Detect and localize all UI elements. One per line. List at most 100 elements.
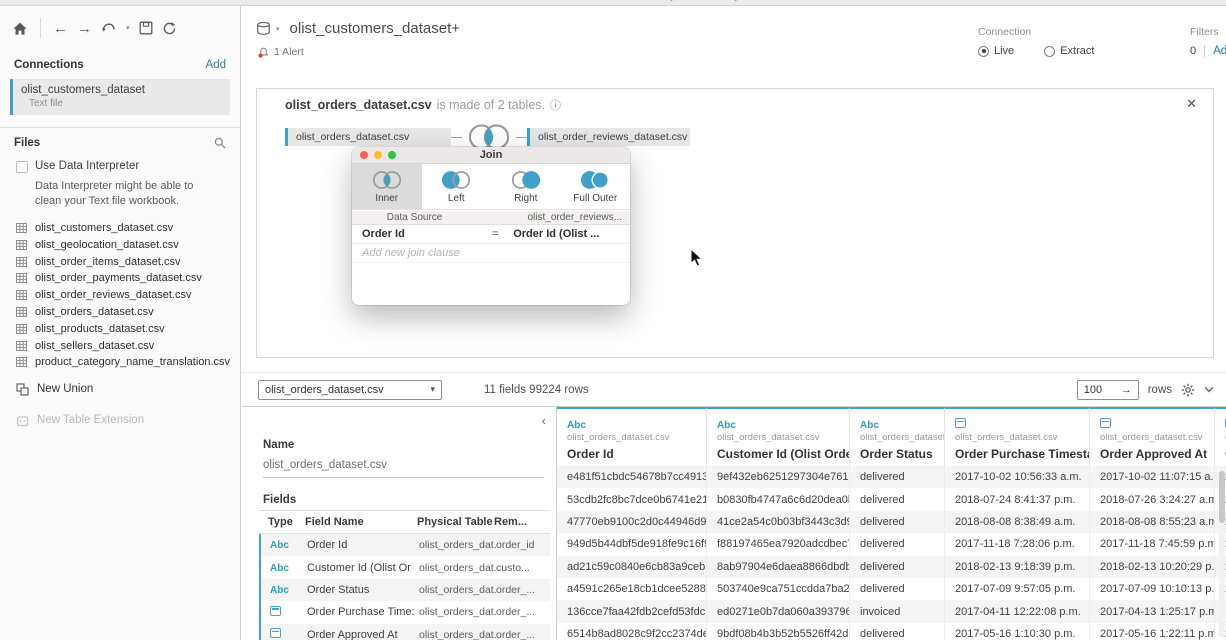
- join-type-label: Inner: [375, 193, 399, 204]
- join-type-selector: Inner Left Right Full Outer: [352, 164, 630, 210]
- join-dialog-title: Join: [479, 149, 503, 161]
- right-table-pill[interactable]: olist_order_reviews_dataset.csv: [527, 128, 690, 146]
- join-type-option[interactable]: Right: [491, 164, 561, 209]
- column-type-icon: [1100, 418, 1111, 428]
- back-icon[interactable]: ←: [53, 21, 68, 36]
- file-name: olist_order_payments_dataset.csv: [35, 272, 202, 285]
- data-grid-column-header[interactable]: olist_orders_dataset.csv Order Purchase …: [945, 407, 1090, 466]
- forward-icon[interactable]: →: [77, 21, 92, 36]
- join-clause-right-field[interactable]: Order Id (Olist ...: [513, 228, 630, 240]
- field-name-column-header[interactable]: Field Name: [305, 516, 417, 528]
- data-grid-column-header[interactable]: oli O: [1215, 407, 1226, 466]
- data-grid-column-header[interactable]: Abc olist_orders_dataset.csv Customer Id…: [707, 407, 850, 466]
- file-list-item[interactable]: olist_order_reviews_dataset.csv: [0, 287, 240, 304]
- files-title: Files: [14, 137, 41, 149]
- live-radio-dot[interactable]: [978, 45, 989, 57]
- file-list: olist_customers_dataset.csv olist_geoloc…: [0, 218, 240, 371]
- main-panel: ▾ olist_customers_dataset+ 1 Alert Conne…: [242, 6, 1226, 640]
- filters-add-button[interactable]: Add: [1213, 45, 1226, 57]
- join-type-option[interactable]: Left: [422, 164, 492, 209]
- gear-icon[interactable]: [1181, 383, 1195, 397]
- column-table-name: olist_orders_dataset.csv: [1100, 432, 1203, 443]
- cell-approved-at: 2017-05-16 1:22:11 p.m.: [1090, 622, 1215, 640]
- search-icon[interactable]: [214, 137, 226, 149]
- field-row[interactable]: Abc Order Id olist_orders_dat... order_i…: [259, 534, 550, 557]
- scrollbar-thumb[interactable]: [1219, 471, 1225, 523]
- data-grid-column-header[interactable]: Abc olist_orders_dataset.csv Order Statu…: [850, 407, 945, 466]
- use-data-interpreter-row[interactable]: Use Data Interpreter: [0, 155, 240, 175]
- apply-rows-icon[interactable]: →: [1121, 384, 1132, 396]
- info-icon[interactable]: ⓘ: [550, 97, 561, 113]
- zoom-traffic-button[interactable]: [388, 151, 396, 159]
- new-union-label: New Union: [37, 383, 94, 396]
- files-header: Files: [0, 128, 240, 155]
- physical-table-column-header[interactable]: Physical Table: [417, 516, 494, 528]
- add-connection-button[interactable]: Add: [206, 59, 226, 71]
- type-column-header[interactable]: Type: [259, 516, 305, 528]
- join-left-source-header[interactable]: Data Source: [352, 212, 477, 223]
- field-row[interactable]: Order Approved At olist_orders_dat... or…: [259, 623, 550, 640]
- connection-item[interactable]: olist_customers_dataset Text file: [10, 79, 230, 115]
- vertical-scrollbar[interactable]: [1219, 469, 1225, 637]
- file-list-item[interactable]: olist_orders_dataset.csv: [0, 304, 240, 321]
- file-list-item[interactable]: olist_order_payments_dataset.csv: [0, 270, 240, 287]
- close-traffic-button[interactable]: [360, 151, 368, 159]
- join-type-label: Full Outer: [573, 193, 618, 204]
- file-list-item[interactable]: olist_order_items_dataset.csv: [0, 253, 240, 270]
- cell-order-status: delivered: [850, 577, 945, 601]
- file-list-item[interactable]: olist_products_dataset.csv: [0, 320, 240, 337]
- join-dialog-titlebar: Join: [352, 147, 630, 164]
- cell-purchase-timestamp: 2017-11-18 7:28:06 p.m.: [945, 533, 1090, 556]
- data-grid-column-header[interactable]: Abc olist_orders_dataset.csv Order Id: [557, 407, 707, 466]
- home-icon[interactable]: [12, 21, 28, 36]
- join-type-option[interactable]: Inner: [352, 164, 422, 209]
- join-connector-line: [516, 136, 527, 138]
- file-list-item[interactable]: olist_customers_dataset.csv: [0, 220, 240, 237]
- table-name-input[interactable]: olist_orders_dataset.csv: [263, 459, 544, 478]
- data-grid-column-header[interactable]: olist_orders_dataset.csv Order Approved …: [1090, 407, 1215, 466]
- connection-label: Connection: [978, 26, 1032, 38]
- cell-order-id: 949d5b44dbf5de918fe9c16f9...: [557, 533, 707, 556]
- add-join-clause[interactable]: Add new join clause: [352, 244, 630, 263]
- datasource-menu-caret-icon[interactable]: ▾: [276, 25, 280, 33]
- save-icon[interactable]: [139, 21, 153, 35]
- toolbar-divider: [40, 18, 41, 38]
- left-table-pill[interactable]: olist_orders_dataset.csv: [285, 128, 451, 146]
- chevron-down-icon[interactable]: [1204, 386, 1214, 393]
- new-table-extension-button[interactable]: New Table Extension: [0, 408, 240, 433]
- file-list-item[interactable]: product_category_name_translation.csv: [0, 354, 240, 371]
- field-row[interactable]: Abc Order Status olist_orders_dat... ord…: [259, 578, 550, 602]
- field-row[interactable]: Order Purchase Time: olist_orders_dat...…: [259, 601, 550, 624]
- live-radio[interactable]: Live: [978, 45, 1014, 57]
- field-remote-name: order_id: [496, 539, 535, 552]
- file-name: olist_order_items_dataset.csv: [35, 255, 181, 268]
- database-icon[interactable]: [256, 21, 271, 36]
- field-physical-table: olist_orders_dat...: [419, 539, 496, 552]
- undo-icon[interactable]: [101, 22, 116, 34]
- join-clause-left-field[interactable]: Order Id: [352, 228, 477, 240]
- table-select-dropdown[interactable]: olist_orders_dataset.csv ▾: [258, 379, 442, 400]
- join-right-source-header[interactable]: olist_order_reviews...: [513, 212, 630, 223]
- join-clause-operator[interactable]: =: [477, 228, 513, 240]
- rows-count-input[interactable]: 100 →: [1076, 379, 1139, 400]
- column-table-name: olist_orders_dataset.csv: [955, 432, 1058, 443]
- join-clause-row[interactable]: Order Id = Order Id (Olist ...: [352, 225, 630, 244]
- cell-approved-at: 2018-07-26 3:24:27 a.m.: [1090, 488, 1215, 511]
- minimize-traffic-button[interactable]: [374, 151, 382, 159]
- collapse-panel-icon[interactable]: ‹: [542, 413, 546, 428]
- new-union-button[interactable]: New Union: [0, 377, 240, 402]
- undo-menu-caret-icon[interactable]: ▾: [126, 24, 130, 32]
- extract-radio[interactable]: Extract: [1044, 45, 1094, 57]
- datasource-title[interactable]: olist_customers_dataset+: [290, 20, 461, 37]
- table-icon: [16, 273, 27, 284]
- file-list-item[interactable]: olist_geolocation_dataset.csv: [0, 236, 240, 253]
- close-icon[interactable]: ✕: [1186, 96, 1197, 112]
- join-type-option[interactable]: Full Outer: [561, 164, 631, 209]
- file-list-item[interactable]: olist_sellers_dataset.csv: [0, 337, 240, 354]
- data-interpreter-checkbox[interactable]: [16, 161, 28, 173]
- refresh-icon[interactable]: [162, 21, 177, 36]
- alert-row[interactable]: 1 Alert: [258, 46, 304, 58]
- extract-radio-dot[interactable]: [1044, 45, 1056, 57]
- remote-column-header[interactable]: Rem...: [494, 516, 550, 528]
- field-row[interactable]: Abc Customer Id (Olist Or olist_orders_d…: [259, 556, 550, 579]
